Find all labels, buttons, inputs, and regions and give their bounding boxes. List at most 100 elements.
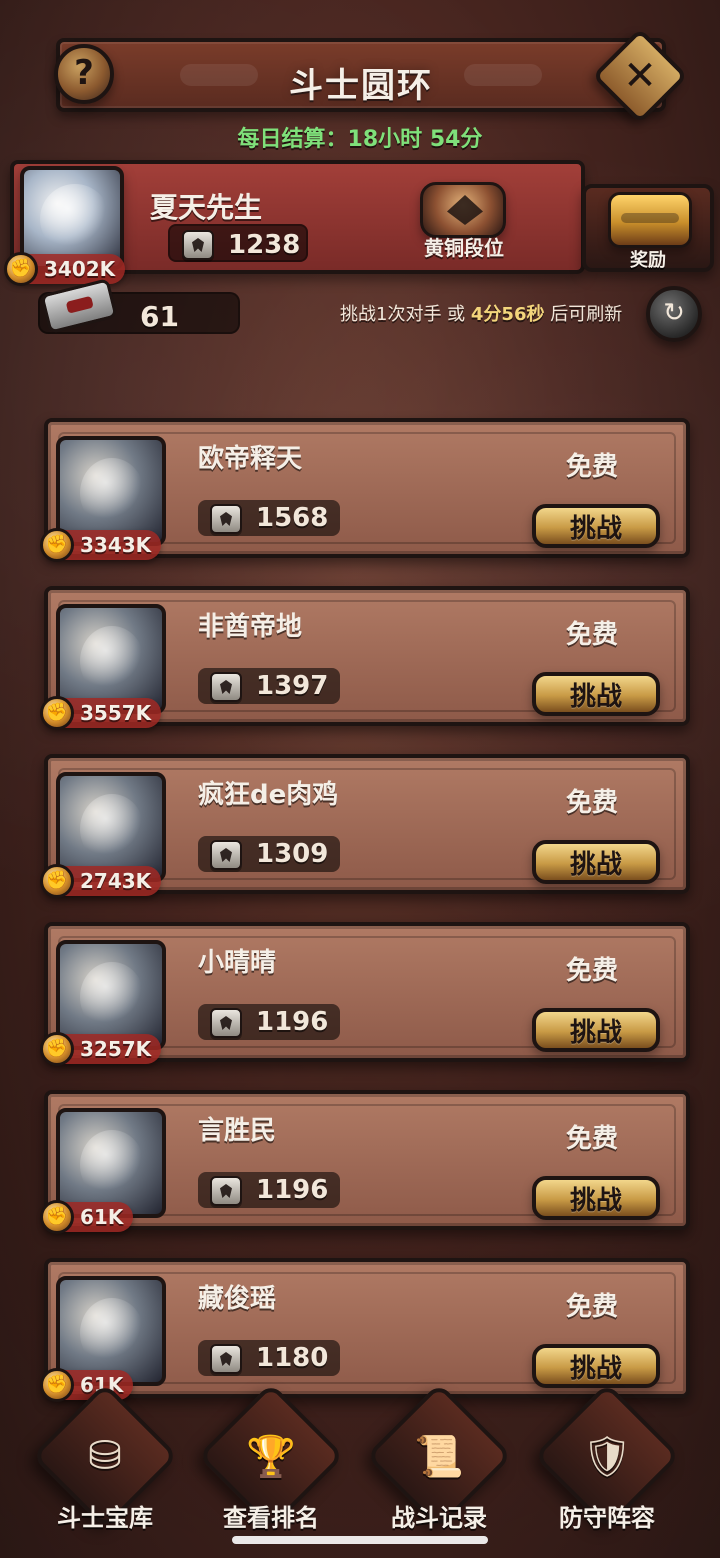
player-score-pill: 1238 [168,224,308,262]
opponent-card: 疯狂de肉鸡 免费 1309 挑战 ✊ 2743K [40,754,690,898]
nav-item-battle-log[interactable]: 📜 战斗记录 [354,1382,524,1554]
trophy-icon: 🏆 [246,1433,296,1480]
refresh-suffix: 后可刷新 [544,304,623,325]
opponent-name: 非酋帝地 [198,612,303,642]
challenge-button[interactable]: 挑战 [532,672,660,716]
rank-label: 黄铜段位 [424,236,504,260]
opponent-power-badge: ✊ 3257K [40,1032,162,1066]
opponent-card: 欧帝释天 免费 1568 挑战 ✊ 3343K [40,418,690,562]
power-fist-icon: ✊ [40,528,74,562]
reward-chest-icon [608,192,692,248]
score-crest-icon [210,504,242,534]
opponent-score-pill: 1196 [198,1004,340,1040]
nav-label: 斗士宝库 [57,1504,153,1532]
opponent-score-pill: 1309 [198,836,340,872]
bottom-navigation: ⛁ 斗士宝库 🏆 查看排名 📜 战斗记录 🛡 防守阵容 [0,1382,720,1558]
opponent-score: 1397 [256,671,329,701]
player-power: 3402K [44,257,116,281]
opponent-cost: 免费 [565,788,618,818]
opponent-card: 小晴晴 免费 1196 挑战 ✊ 3257K [40,922,690,1066]
opponent-power: 61K [80,1205,124,1229]
refresh-icon: ↻ [663,298,685,328]
score-crest-icon [210,1344,242,1374]
opponent-power-badge: ✊ 3557K [40,696,162,730]
challenge-button[interactable]: 挑战 [532,840,660,884]
opponent-power: 3257K [80,1037,152,1061]
opponent-score: 1568 [256,503,329,533]
nav-label: 查看排名 [223,1504,319,1532]
opponent-card: 非酋帝地 免费 1397 挑战 ✊ 3557K [40,586,690,730]
player-name: 夏天先生 [150,191,263,224]
refresh-button[interactable]: ↻ [646,286,702,342]
help-button[interactable]: ? [54,44,114,104]
player-power-badge: ✊ 3402K [4,252,126,286]
opponent-power-badge: ✊ 61K [40,1200,134,1234]
close-icon: ✕ [623,53,657,99]
challenge-button-label: 挑战 [569,681,622,712]
opponent-power: 2743K [80,869,152,893]
opponent-score-pill: 1568 [198,500,340,536]
opponent-score-pill: 1180 [198,1340,340,1376]
opponent-power-badge: ✊ 2743K [40,864,162,898]
opponent-power: 3343K [80,533,152,557]
opponent-cost: 免费 [565,956,618,986]
challenge-button[interactable]: 挑战 [532,504,660,548]
vault-chest-icon: ⛁ [88,1433,122,1479]
power-fist-icon: ✊ [4,252,38,286]
opponent-cost: 免费 [565,1292,618,1322]
opponent-score: 1180 [256,1343,329,1373]
reward-label: 奖励 [630,250,666,271]
opponent-name: 小晴晴 [198,948,277,978]
opponent-score: 1309 [256,839,329,869]
opponent-score-pill: 1196 [198,1172,340,1208]
challenge-button[interactable]: 挑战 [532,1344,660,1388]
score-crest-icon [210,672,242,702]
power-fist-icon: ✊ [40,696,74,730]
opponent-cost: 免费 [565,1124,618,1154]
refresh-time: 4分56秒 [470,304,545,325]
daily-settlement-timer: 每日结算：18小时 54分 [237,127,483,152]
nav-label: 防守阵容 [559,1504,655,1532]
scroll-icon: 📜 [414,1433,464,1480]
ticket-count: 61 [140,300,179,333]
challenge-button[interactable]: 挑战 [532,1008,660,1052]
opponent-name: 疯狂de肉鸡 [198,780,339,810]
challenge-button[interactable]: 挑战 [532,1176,660,1220]
score-crest-icon [182,230,214,260]
opponent-name: 欧帝释天 [198,444,303,474]
page-title: 斗士圆环 [289,66,433,106]
score-crest-icon [210,1176,242,1206]
refresh-info: 挑战1次对手 或 4分56秒 后可刷新 [340,300,622,326]
opponent-cost: 免费 [565,620,618,650]
opponent-power: 3557K [80,701,152,725]
opponent-cost: 免费 [565,452,618,482]
challenge-button-label: 挑战 [569,1353,622,1384]
challenge-button-label: 挑战 [569,1017,622,1048]
nav-item-warrior-vault[interactable]: ⛁ 斗士宝库 [20,1382,190,1554]
player-score: 1238 [228,230,301,260]
shield-icon: 🛡 [581,1433,633,1480]
power-fist-icon: ✊ [40,1032,74,1066]
power-fist-icon: ✊ [40,864,74,898]
header-banner: 斗士圆环 [56,38,666,112]
opponent-score: 1196 [256,1175,329,1205]
opponent-card: 藏俊瑶 免费 1180 挑战 ✊ 61K [40,1258,690,1402]
home-indicator[interactable] [232,1536,488,1544]
score-crest-icon [210,840,242,870]
opponent-score-pill: 1397 [198,668,340,704]
challenge-button-label: 挑战 [569,849,622,880]
opponent-card: 言胜民 免费 1196 挑战 ✊ 61K [40,1090,690,1234]
refresh-prefix: 挑战1次对手 或 [340,304,471,325]
opponent-score: 1196 [256,1007,329,1037]
nav-item-rankings[interactable]: 🏆 查看排名 [186,1382,356,1554]
help-icon: ? [74,53,94,93]
opponent-name: 藏俊瑶 [198,1284,277,1314]
nav-item-defense-lineup[interactable]: 🛡 防守阵容 [522,1382,692,1554]
opponent-power-badge: ✊ 61K [40,1368,134,1402]
score-crest-icon [210,1008,242,1038]
challenge-button-label: 挑战 [569,1185,622,1216]
power-fist-icon: ✊ [40,1368,74,1402]
nav-label: 战斗记录 [391,1504,487,1532]
challenge-button-label: 挑战 [569,513,622,544]
rank-emblem-icon [420,182,506,238]
